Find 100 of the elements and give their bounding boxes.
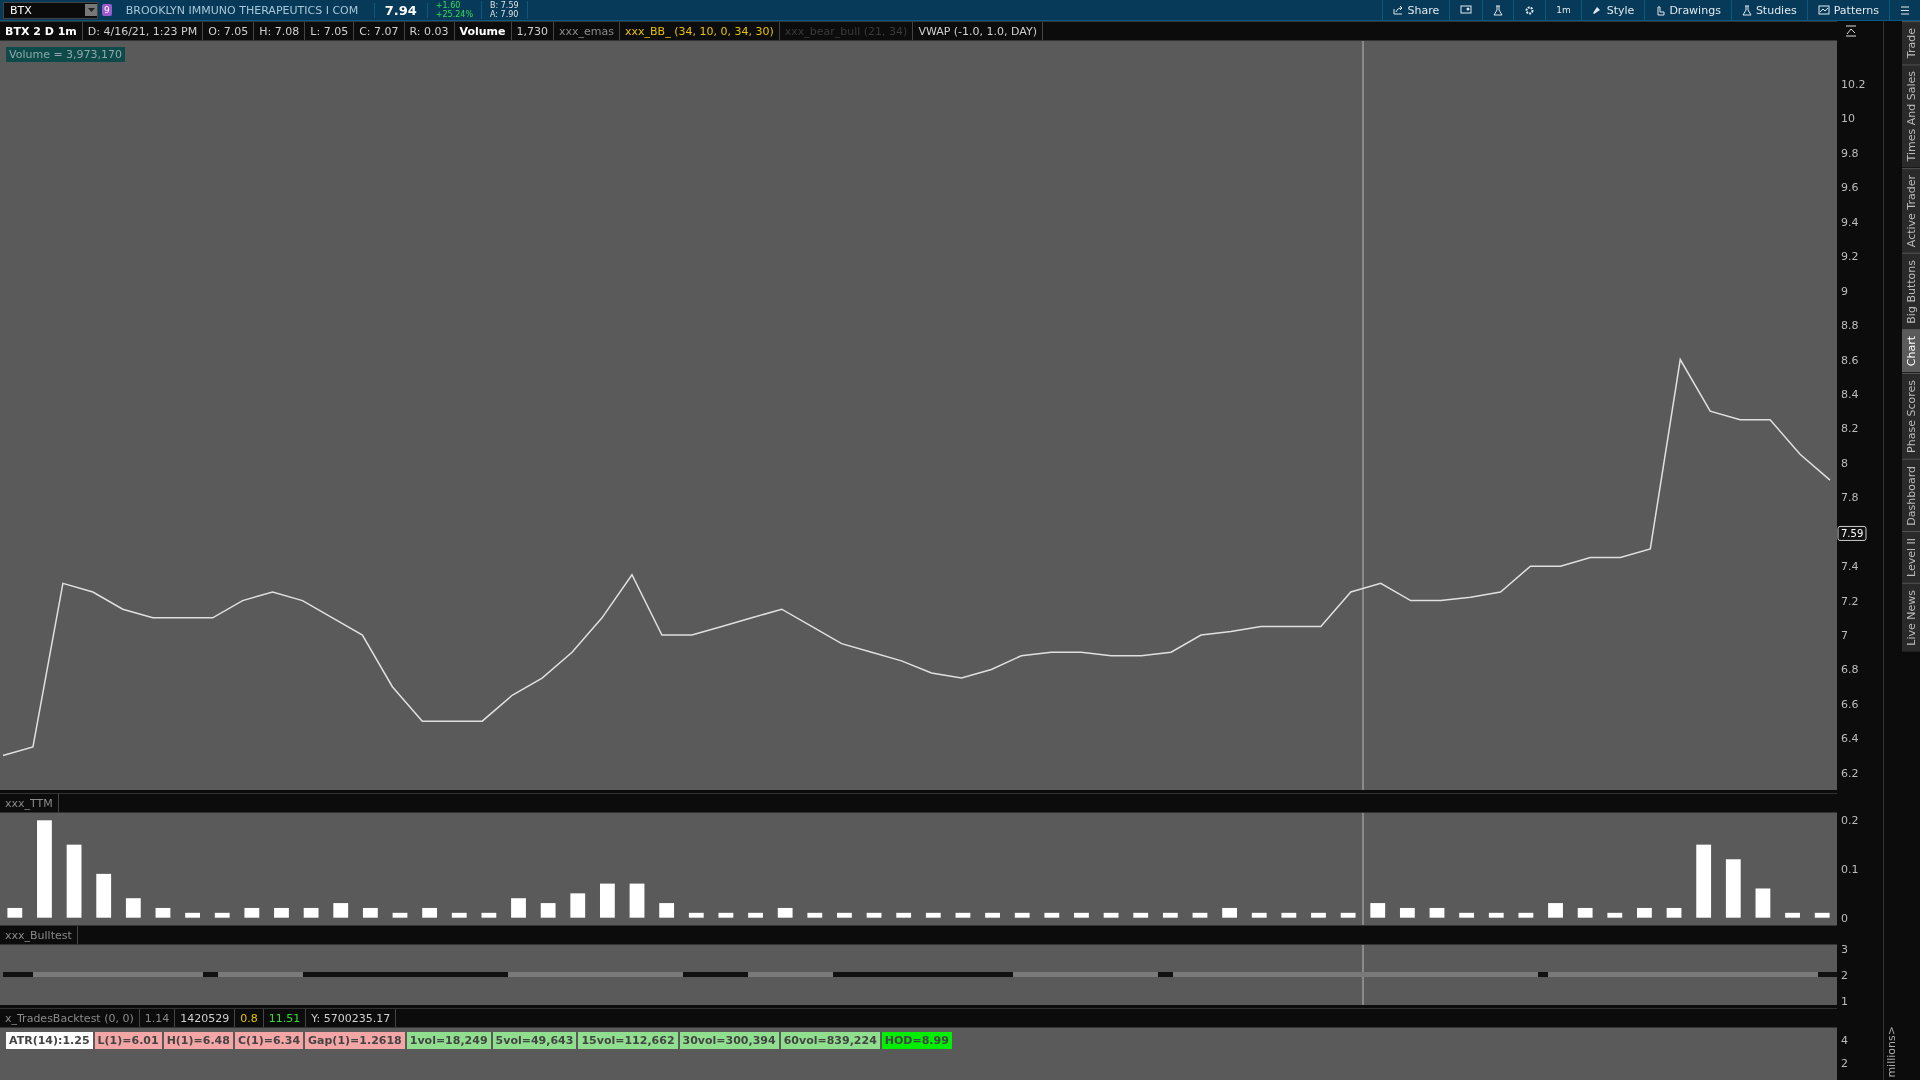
histogram-bar <box>1577 907 1593 918</box>
histogram-bar <box>1014 912 1030 918</box>
last-price: 7.94 <box>373 2 428 18</box>
share-icon <box>1392 5 1404 15</box>
stat-label: 15vol=112,662 <box>578 1032 678 1049</box>
histogram-bar <box>659 903 675 918</box>
histogram-bar <box>1637 907 1652 918</box>
pattern-icon <box>1817 5 1830 15</box>
study-label: L: 7.05 <box>305 22 355 40</box>
histogram-bar <box>511 898 526 918</box>
histogram-bar <box>1399 907 1415 918</box>
axis-label: 6.4 <box>1841 732 1859 746</box>
toolbar-button[interactable]: Patterns <box>1806 0 1889 20</box>
stat-label: L(1)=6.01 <box>94 1032 162 1049</box>
toolbar-button[interactable]: Studies <box>1730 0 1807 20</box>
axis-label: 9.6 <box>1841 181 1859 195</box>
axis-label: 1 <box>1841 995 1848 1005</box>
dropdown-caret-icon[interactable] <box>85 4 97 16</box>
study-label: O: 7.05 <box>203 22 255 40</box>
histogram-bar <box>274 907 289 918</box>
study-label: 1.14 <box>139 1009 176 1027</box>
settings-icon <box>1524 4 1536 16</box>
histogram-bar <box>1044 912 1060 918</box>
study-label: 1420529 <box>175 1009 236 1027</box>
percent-change: +25.24% <box>435 10 474 19</box>
axis-label: 0 <box>1841 911 1848 925</box>
side-tab[interactable]: Level II <box>1902 531 1920 584</box>
histogram-bar <box>1607 912 1623 918</box>
study-label: xxx_BB_ (34, 10, 0, 34, 30) <box>620 22 780 40</box>
study-label: 0.8 <box>235 1009 264 1027</box>
study-label: R: 0.03 <box>404 22 455 40</box>
price-change: +1.60 <box>435 1 462 10</box>
stat-label: Gap(1)=1.2618 <box>305 1032 405 1049</box>
stat-label: H(1)=6.48 <box>163 1032 233 1049</box>
study-label: xxx_TTM <box>0 794 59 812</box>
histogram-bar <box>955 912 971 918</box>
histogram-bar <box>1429 907 1445 918</box>
axis-label: 0.1 <box>1841 863 1859 876</box>
axis-label: 7.4 <box>1841 560 1859 574</box>
axis-label: 9 <box>1841 284 1848 298</box>
side-tab[interactable]: Chart <box>1902 329 1920 373</box>
histogram-bar <box>392 912 408 918</box>
side-tab[interactable]: Active Trader <box>1902 167 1920 253</box>
histogram-bar <box>7 907 23 918</box>
histogram-bar <box>1459 912 1475 918</box>
toolbar-button[interactable]: Style <box>1580 0 1645 20</box>
side-tab[interactable]: Times And Sales <box>1902 64 1920 168</box>
axis-label: 9.8 <box>1841 146 1859 160</box>
histogram-bar <box>333 903 349 918</box>
histogram-bar <box>688 912 704 918</box>
axis-label: 7 <box>1841 629 1848 643</box>
stat-label: 30vol=300,394 <box>679 1032 779 1049</box>
histogram-bar <box>362 907 378 918</box>
study-label: Y: 5700235.17 <box>306 1009 397 1027</box>
side-tab[interactable]: Big Buttons <box>1902 252 1920 330</box>
axis-label: 7.2 <box>1841 594 1859 608</box>
histogram-bar <box>1370 903 1386 918</box>
axis-label: 3 <box>1841 945 1848 956</box>
study-label: xxx_Bulltest <box>0 926 78 944</box>
study-label: Volume <box>454 22 512 40</box>
study-label: D: 4/16/21, 1:23 PM <box>82 22 204 40</box>
study-label: 1,730 <box>511 22 555 40</box>
side-tab[interactable]: Dashboard <box>1902 458 1920 532</box>
histogram-bar <box>925 912 941 918</box>
histogram-bar <box>807 912 823 918</box>
symbol-field[interactable]: BTX <box>3 1 98 19</box>
link-badge[interactable]: 9 <box>102 4 112 16</box>
toolbar-button[interactable]: Share <box>1381 0 1450 20</box>
side-tab[interactable]: Trade <box>1902 21 1920 65</box>
price-tag: 7.59 <box>1837 525 1867 541</box>
histogram-bar <box>1192 912 1208 918</box>
stat-label: C(1)=6.34 <box>234 1032 304 1049</box>
study-label: H: 7.08 <box>254 22 306 40</box>
toolbar-button[interactable]: Drawings <box>1644 0 1731 20</box>
histogram-bar <box>837 912 852 918</box>
company-name: BROOKLYN IMMUNO THERAPEUTICS I COM <box>125 3 360 17</box>
stat-label: 5vol=49,643 <box>492 1032 577 1049</box>
axis-label: 9.2 <box>1841 250 1859 264</box>
chart-mode-icon[interactable] <box>1845 25 1857 37</box>
axis-label: 8.8 <box>1841 319 1859 333</box>
histogram-bar <box>1162 912 1178 918</box>
histogram-bar <box>1814 912 1830 918</box>
axis-label: 0.2 <box>1841 814 1859 828</box>
histogram-bar <box>1251 912 1267 918</box>
axis-label: 8.2 <box>1841 422 1859 436</box>
side-tab[interactable]: Live News <box>1902 583 1920 652</box>
histogram-bar <box>866 912 882 918</box>
crosshair-line <box>1362 945 1364 1005</box>
histogram-bar <box>777 907 793 918</box>
histogram-bar <box>985 912 1000 918</box>
histogram-bar <box>451 912 467 918</box>
flask-icon <box>1741 4 1752 16</box>
stat-label: 1vol=18,249 <box>406 1032 491 1049</box>
study-label: x_TradesBacktest (0, 0) <box>0 1009 140 1027</box>
histogram-bar <box>244 907 260 918</box>
side-tab[interactable]: Phase Scores <box>1902 372 1920 459</box>
toolbar-button[interactable]: 1m <box>1545 0 1581 20</box>
histogram-bar <box>1548 903 1563 918</box>
menu-icon <box>1900 5 1910 15</box>
histogram-bar <box>1133 912 1149 918</box>
